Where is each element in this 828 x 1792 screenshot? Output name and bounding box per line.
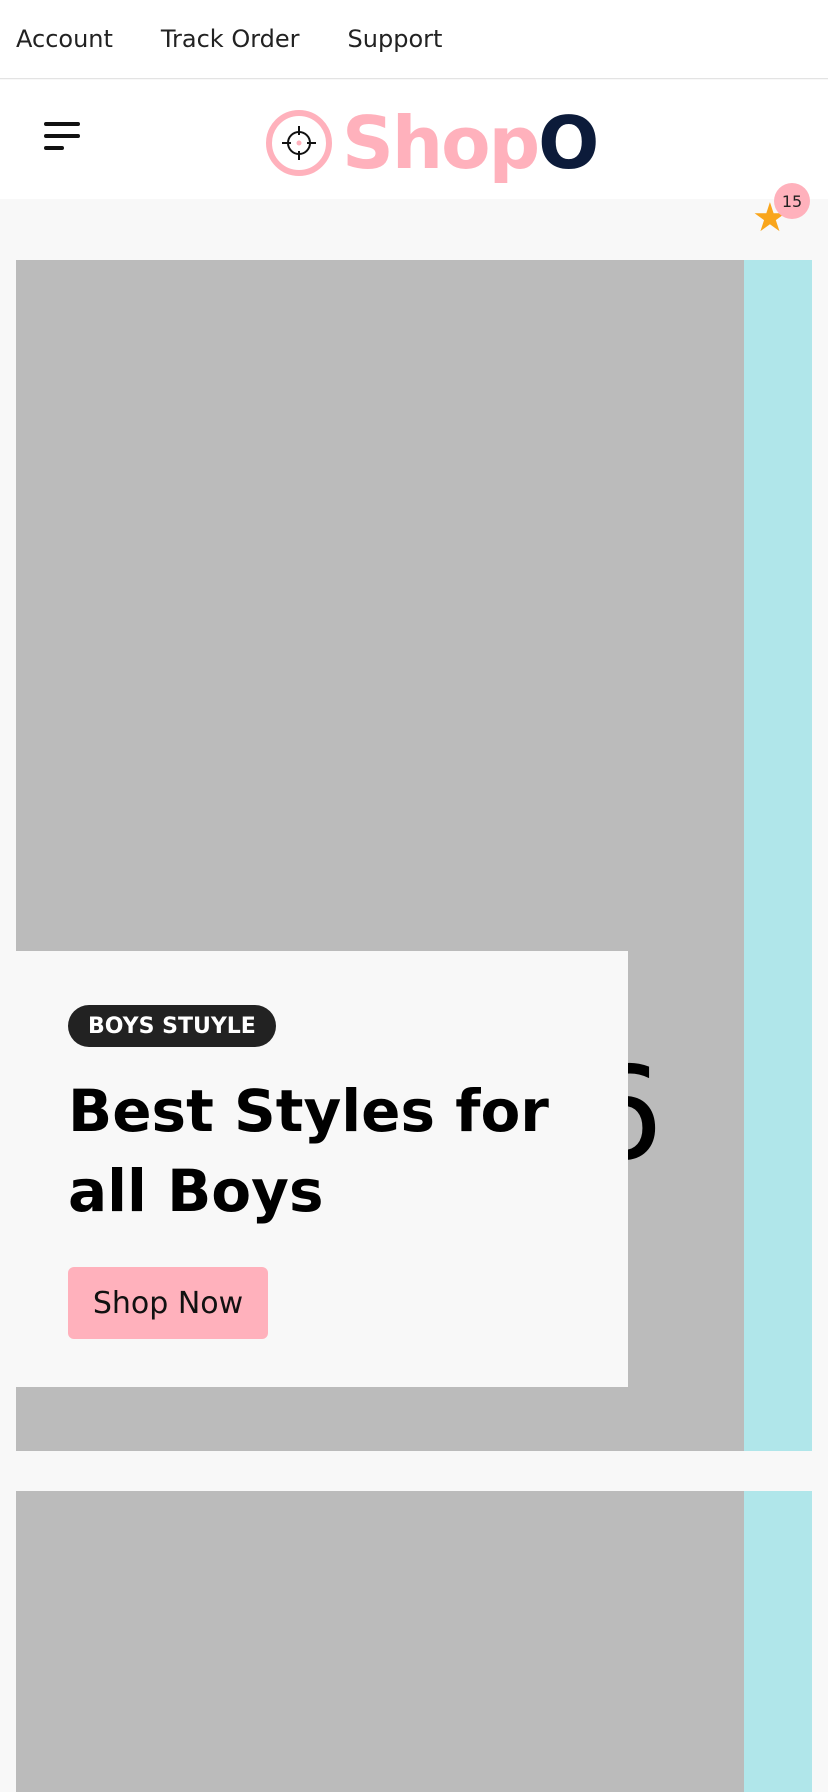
- top-bar: Account Track Order Support: [0, 0, 828, 79]
- wishlist-button[interactable]: ★ 15: [746, 183, 810, 245]
- wishlist-count-badge: 15: [774, 183, 810, 219]
- banner-side-strip: [744, 1491, 812, 1792]
- track-order-link[interactable]: Track Order: [161, 25, 300, 53]
- hero-headline: Best Styles for all Boys: [68, 1077, 549, 1225]
- logo-text: ShopO: [342, 107, 599, 179]
- second-banner[interactable]: [16, 1491, 812, 1792]
- shop-now-button[interactable]: Shop Now: [68, 1267, 268, 1339]
- category-tag: BOYS STUYLE: [68, 1005, 276, 1047]
- support-link[interactable]: Support: [348, 25, 443, 53]
- main-header: ShopO ★ 15: [0, 80, 828, 238]
- banner-side-strip: [744, 260, 812, 1451]
- logo-text-o: O: [538, 101, 599, 185]
- hero-card: BOYS STUYLE Best Styles for all Boys Sho…: [16, 951, 628, 1387]
- logo-text-shop: Shop: [342, 101, 540, 185]
- crosshair-icon: [266, 110, 332, 176]
- hamburger-menu-icon[interactable]: [44, 122, 84, 154]
- logo[interactable]: ShopO: [266, 98, 599, 188]
- account-link[interactable]: Account: [16, 25, 113, 53]
